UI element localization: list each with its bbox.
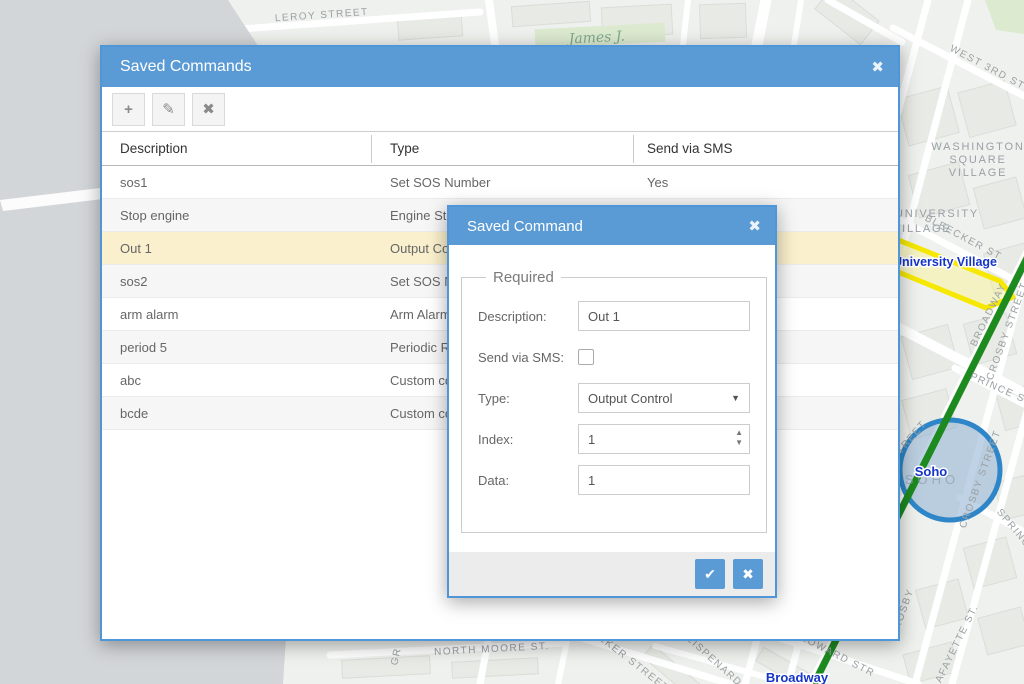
cell-description: Stop engine xyxy=(102,208,372,223)
close-icon[interactable]: ✖ xyxy=(871,60,884,75)
data-field-row: Data: xyxy=(478,465,750,495)
description-field-row: Description: xyxy=(478,301,750,331)
sms-checkbox[interactable] xyxy=(578,349,594,365)
saved-command-body: Required Description: Send via SMS: Type… xyxy=(449,245,775,552)
cell-type: Set SOS Number xyxy=(372,175,634,190)
description-input[interactable] xyxy=(578,301,750,331)
index-stepper: ▲ ▼ xyxy=(578,424,750,454)
add-command-button[interactable]: + xyxy=(112,93,145,126)
saved-commands-title: Saved Commands xyxy=(120,58,871,76)
map-label-university-1: UNIVERSITY xyxy=(895,208,979,220)
map-label-washington-2: SQUARE xyxy=(949,154,1006,166)
remove-command-button[interactable]: ✖ xyxy=(192,93,225,126)
saved-commands-header[interactable]: Saved Commands ✖ xyxy=(102,47,898,87)
column-header-type[interactable]: Type xyxy=(372,135,634,163)
description-label: Description: xyxy=(478,309,578,324)
index-input[interactable] xyxy=(578,424,750,454)
map-label-washington-3: VILLAGE xyxy=(949,167,1007,179)
saved-command-header[interactable]: Saved Command ✖ xyxy=(449,207,775,245)
spinner-down-icon[interactable]: ▼ xyxy=(735,438,743,448)
saved-command-footer: ✔ ✖ xyxy=(449,552,775,596)
sms-field-row: Send via SMS: xyxy=(478,342,750,372)
confirm-button[interactable]: ✔ xyxy=(695,559,725,589)
index-label: Index: xyxy=(478,432,578,447)
plus-icon: + xyxy=(124,101,133,118)
close-icon[interactable]: ✖ xyxy=(748,219,761,234)
cell-description: sos1 xyxy=(102,175,372,190)
index-field-row: Index: ▲ ▼ xyxy=(478,424,750,454)
required-fieldset: Required Description: Send via SMS: Type… xyxy=(461,269,767,533)
cell-description: bcde xyxy=(102,406,372,421)
sms-label: Send via SMS: xyxy=(478,350,578,365)
type-label: Type: xyxy=(478,391,578,406)
map-label-washington-1: WASHINGTON xyxy=(931,141,1024,153)
cell-description: Out 1 xyxy=(102,241,372,256)
cell-description: period 5 xyxy=(102,340,372,355)
data-label: Data: xyxy=(478,473,578,488)
column-header-description[interactable]: Description xyxy=(102,135,372,163)
map-label-university-village: University Village xyxy=(893,255,997,269)
saved-command-modal: Saved Command ✖ Required Description: Se… xyxy=(447,205,777,598)
commands-table-header: Description Type Send via SMS xyxy=(102,132,898,166)
type-select-value: Output Control xyxy=(588,391,673,406)
map-label-broadway-place: Broadway xyxy=(766,670,829,684)
edit-command-button[interactable]: ✎ xyxy=(152,93,185,126)
saved-command-title: Saved Command xyxy=(467,218,748,235)
check-icon: ✔ xyxy=(704,566,716,583)
cell-description: abc xyxy=(102,373,372,388)
type-select[interactable]: Output Control ▼ xyxy=(578,383,750,413)
table-row[interactable]: sos1 Set SOS Number Yes xyxy=(102,166,898,199)
index-spinner[interactable]: ▲ ▼ xyxy=(735,428,743,448)
spinner-up-icon[interactable]: ▲ xyxy=(735,428,743,438)
cell-description: sos2 xyxy=(102,274,372,289)
required-legend: Required xyxy=(486,269,561,286)
cell-description: arm alarm xyxy=(102,307,372,322)
x-icon: ✖ xyxy=(202,100,215,118)
x-icon: ✖ xyxy=(742,566,754,583)
map-label-soho: Soho xyxy=(915,464,948,479)
cancel-button[interactable]: ✖ xyxy=(733,559,763,589)
chevron-down-icon: ▼ xyxy=(731,393,740,403)
map-label-university-2: VILLAGE xyxy=(893,223,951,235)
commands-toolbar: + ✎ ✖ xyxy=(102,87,898,132)
pencil-icon: ✎ xyxy=(162,100,175,118)
cell-sms: Yes xyxy=(634,175,898,190)
data-input[interactable] xyxy=(578,465,750,495)
app-stage: LEROY STREET James J. WEST 3RD STR WASHI… xyxy=(0,0,1024,684)
column-header-sms[interactable]: Send via SMS xyxy=(634,135,898,163)
type-field-row: Type: Output Control ▼ xyxy=(478,383,750,413)
